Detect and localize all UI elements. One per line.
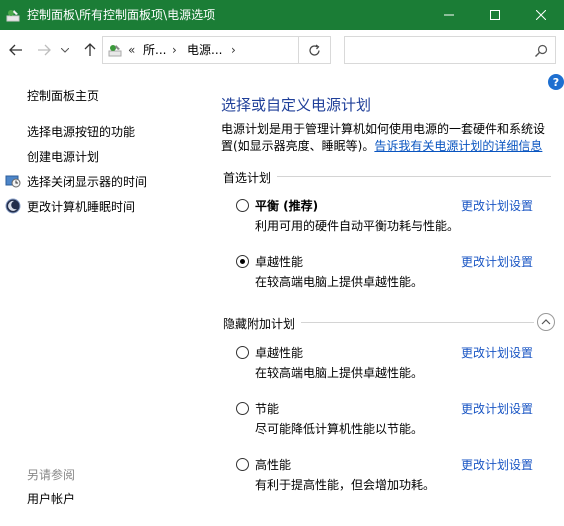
plan-radio-ultimate-performance[interactable] — [236, 255, 249, 268]
plan-radio-ultimate-performance-hidden[interactable] — [236, 346, 249, 359]
hidden-plans-heading[interactable]: 隐藏附加计划 — [223, 315, 302, 332]
address-bar[interactable]: « 所... › 电源... › — [102, 36, 385, 64]
breadcrumb-separator[interactable]: › — [172, 43, 177, 57]
change-plan-settings-link[interactable]: 更改计划设置 — [461, 197, 533, 214]
plan-radio-balanced[interactable] — [236, 199, 249, 212]
maximize-button[interactable] — [472, 0, 518, 30]
forward-arrow-icon[interactable] — [34, 40, 54, 60]
plan-radio-power-saver[interactable] — [236, 402, 249, 415]
change-plan-settings-link[interactable]: 更改计划设置 — [461, 400, 533, 417]
plan-radio-high-performance[interactable] — [236, 458, 249, 471]
plan-description: 有利于提高性能，但会增加功耗。 — [255, 478, 436, 492]
plan-description: 尽可能降低计算机性能以节能。 — [255, 422, 424, 436]
title-bar: 控制面板\所有控制面板项\电源选项 — [0, 0, 564, 30]
choose-display-off-time-link[interactable]: 选择关闭显示器的时间 — [27, 174, 147, 190]
refresh-icon — [309, 44, 320, 56]
plan-description: 利用可用的硬件自动平衡功耗与性能。 — [255, 219, 460, 233]
page-description: 电源计划是用于管理计算机如何使用电源的一套硬件和系统设置(如显示器亮度、睡眠等)… — [221, 121, 556, 155]
breadcrumb-item-all-control-panel[interactable]: 所... — [143, 43, 166, 57]
plan-name[interactable]: 平衡 (推荐) — [255, 197, 318, 214]
refresh-button[interactable] — [299, 36, 331, 64]
search-input[interactable] — [344, 36, 556, 64]
preferred-plans-heading: 首选计划 — [223, 169, 278, 186]
window-title: 控制面板\所有控制面板项\电源选项 — [27, 8, 216, 22]
plan-description: 在较高端电脑上提供卓越性能。 — [255, 275, 424, 289]
minimize-button[interactable] — [426, 0, 472, 30]
breadcrumb-overflow[interactable]: « — [128, 43, 135, 57]
display-timer-icon — [5, 173, 21, 189]
control-panel-icon — [5, 7, 21, 23]
user-accounts-link[interactable]: 用户帐户 — [27, 491, 75, 507]
recent-locations-chevron-icon[interactable] — [59, 40, 71, 60]
navigation-bar: « 所... › 电源... › — [0, 30, 564, 70]
change-sleep-time-link[interactable]: 更改计算机睡眠时间 — [27, 199, 135, 215]
change-plan-settings-link[interactable]: 更改计划设置 — [461, 253, 533, 270]
breadcrumb-item-power-options[interactable]: 电源... — [187, 43, 222, 57]
back-arrow-icon[interactable] — [6, 40, 26, 60]
control-panel-home-link[interactable]: 控制面板主页 — [27, 88, 99, 104]
section-divider — [300, 322, 534, 323]
close-button[interactable] — [518, 0, 564, 30]
create-power-plan-link[interactable]: 创建电源计划 — [27, 149, 99, 165]
see-also-heading: 另请参阅 — [27, 468, 76, 482]
plan-name[interactable]: 卓越性能 — [255, 344, 303, 361]
search-icon — [534, 44, 548, 58]
change-plan-settings-link[interactable]: 更改计划设置 — [461, 344, 533, 361]
choose-power-button-link[interactable]: 选择电源按钮的功能 — [27, 124, 135, 140]
breadcrumb-separator[interactable]: › — [231, 43, 236, 57]
page-title: 选择或自定义电源计划 — [221, 96, 372, 114]
help-icon[interactable]: ? — [548, 74, 564, 90]
learn-more-link[interactable]: 告诉我有关电源计划的详细信息 — [374, 139, 542, 153]
plan-name[interactable]: 高性能 — [255, 456, 291, 473]
change-plan-settings-link[interactable]: 更改计划设置 — [461, 456, 533, 473]
up-arrow-icon[interactable] — [80, 40, 100, 60]
collapse-chevron-icon[interactable] — [537, 313, 555, 331]
plan-name[interactable]: 节能 — [255, 400, 279, 417]
plan-description: 在较高端电脑上提供卓越性能。 — [255, 366, 424, 380]
sleep-moon-icon — [5, 198, 21, 214]
control-panel-icon — [107, 42, 123, 58]
plan-name[interactable]: 卓越性能 — [255, 253, 303, 270]
